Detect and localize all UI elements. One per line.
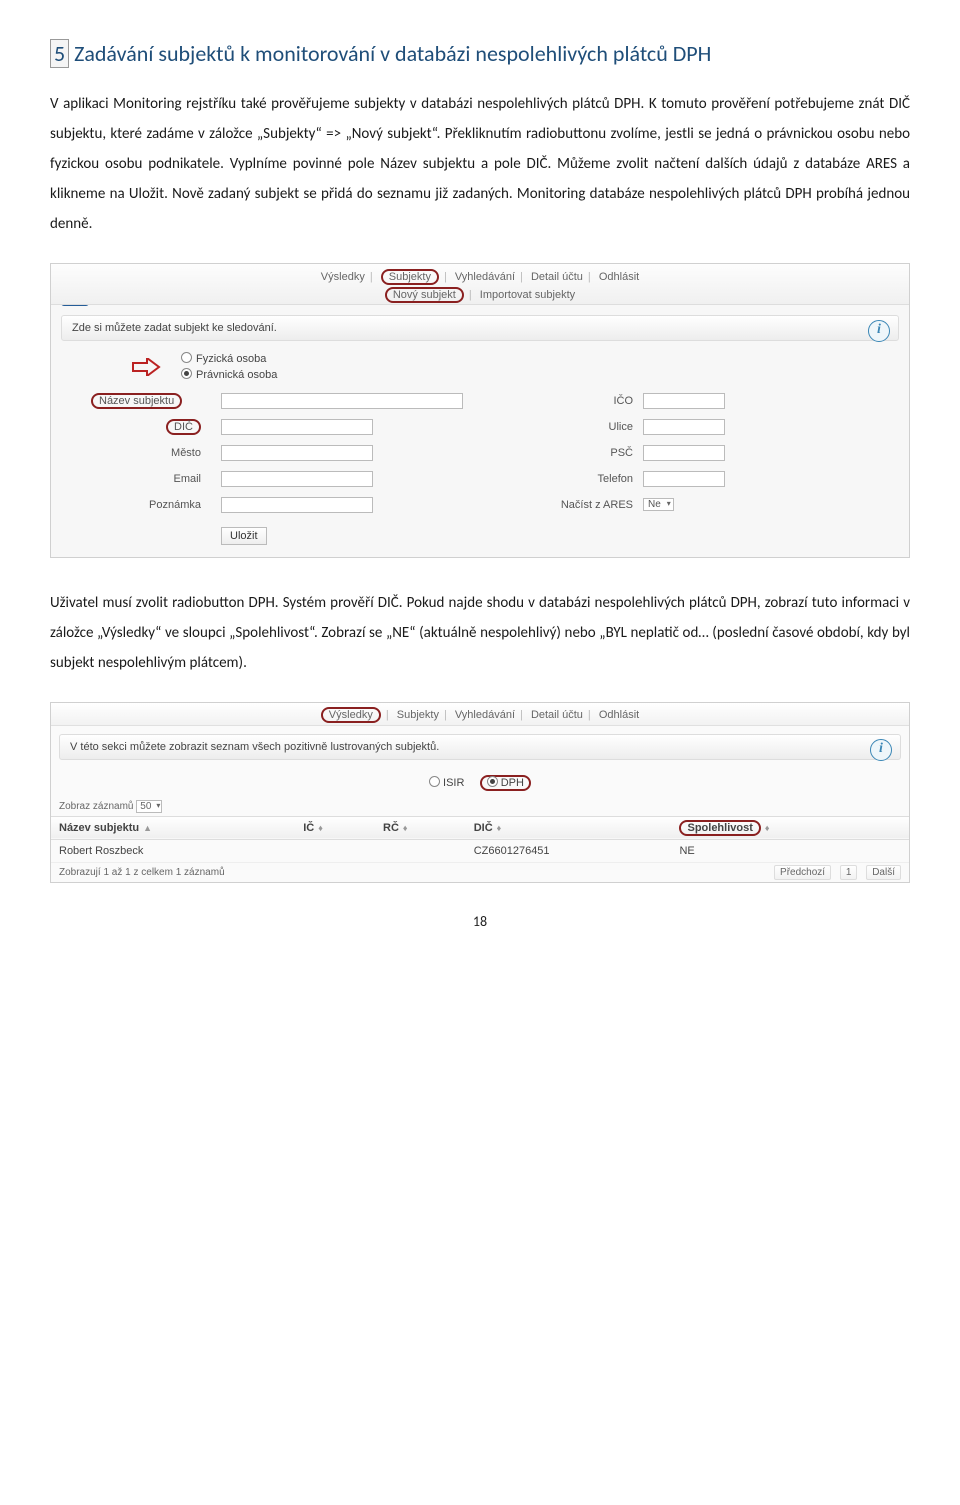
pager-1[interactable]: 1	[840, 865, 858, 880]
section-number: 5	[50, 39, 69, 68]
radio-dph[interactable]: DPH	[480, 775, 531, 791]
label-ulice: Ulice	[563, 421, 633, 433]
radio-isir[interactable]: ISIR	[429, 777, 464, 789]
pager-prev[interactable]: Předchozí	[774, 865, 831, 880]
label-psc: PSČ	[563, 447, 633, 459]
screenshot-results: Výsledky| Subjekty| Vyhledávání| Detail …	[50, 702, 910, 883]
results-footer: Zobrazují 1 až 1 z celkem 1 záznamů Před…	[51, 863, 909, 882]
label-telefon: Telefon	[563, 473, 633, 485]
label-email: Email	[91, 473, 221, 485]
radio-pravnicka[interactable]: Právnická osoba	[181, 367, 909, 383]
section-heading: 5 Zadávání subjektů k monitorování v dat…	[50, 40, 910, 69]
cell-rc	[375, 839, 466, 862]
nav2-subjekty[interactable]: Subjekty	[397, 709, 439, 721]
filter-radios: ISIR DPH	[51, 768, 909, 797]
screenshot1-topbar: Výsledky| Subjekty| Vyhledávání| Detail …	[51, 264, 909, 305]
info-strip-text: Zde si můžete zadat subjekt ke sledování…	[72, 322, 277, 334]
input-ulice[interactable]	[643, 419, 725, 435]
input-mesto[interactable]	[221, 445, 373, 461]
person-type-radios: Fyzická osoba Právnická osoba	[181, 351, 909, 383]
paragraph-2: Uživatel musí zvolit radiobutton DPH. Sy…	[50, 588, 910, 678]
subnav-novy-subjekt[interactable]: Nový subjekt	[385, 287, 464, 303]
pager-next[interactable]: Další	[866, 865, 901, 880]
input-email[interactable]	[221, 471, 373, 487]
nav-subjekty[interactable]: Subjekty	[381, 269, 439, 285]
save-button[interactable]: Uložit	[221, 527, 267, 545]
page-size-label: Zobraz záznamů	[59, 801, 133, 812]
th-rc[interactable]: RČ♦	[375, 816, 466, 839]
input-psc[interactable]	[643, 445, 725, 461]
info-icon-2[interactable]: i	[870, 739, 892, 761]
screenshot-new-subject: + Výsledky| Subjekty| Vyhledávání| Detai…	[50, 263, 910, 558]
nav-odhlasit[interactable]: Odhlásit	[599, 271, 639, 283]
nav-vysledky[interactable]: Výsledky	[321, 271, 365, 283]
red-arrow-icon	[131, 358, 161, 376]
info-strip-2: V této sekci můžete zobrazit seznam všec…	[59, 734, 901, 760]
cell-nazev: Robert Roszbeck	[51, 839, 295, 862]
nav2-vysledky[interactable]: Výsledky	[321, 707, 381, 723]
screenshot2-topbar: Výsledky| Subjekty| Vyhledávání| Detail …	[51, 703, 909, 726]
label-ares: Načíst z ARES	[533, 499, 633, 511]
paragraph-1: V aplikaci Monitoring rejstříku také pro…	[50, 89, 910, 239]
th-dic[interactable]: DIČ♦	[466, 816, 672, 839]
cell-dic: CZ6601276451	[466, 839, 672, 862]
label-nazev-subjektu: Název subjektu	[91, 393, 182, 409]
info-strip-2-text: V této sekci můžete zobrazit seznam všec…	[70, 741, 439, 753]
footer-count: Zobrazují 1 až 1 z celkem 1 záznamů	[59, 867, 225, 878]
radio-fyzicka[interactable]: Fyzická osoba	[181, 351, 909, 367]
subnav-import[interactable]: Importovat subjekty	[480, 289, 575, 301]
nav-line-1: Výsledky| Subjekty| Vyhledávání| Detail …	[316, 268, 644, 286]
page-number: 18	[50, 913, 910, 930]
label-ico: IČO	[563, 395, 633, 407]
input-ico[interactable]	[643, 393, 725, 409]
select-ares[interactable]: Ne	[643, 498, 674, 511]
label-dic: DIČ	[166, 419, 201, 435]
nav2-detail[interactable]: Detail účtu	[531, 709, 583, 721]
nav2-odhlasit[interactable]: Odhlásit	[599, 709, 639, 721]
input-dic[interactable]	[221, 419, 373, 435]
th-nazev[interactable]: Název subjektu▲	[51, 816, 295, 839]
section-title: Zadávání subjektů k monitorování v datab…	[74, 40, 711, 67]
th-ic[interactable]: IČ♦	[295, 816, 375, 839]
nav-vyhledavani[interactable]: Vyhledávání	[455, 271, 515, 283]
table-row[interactable]: Robert Roszbeck CZ6601276451 NE	[51, 839, 909, 862]
nav2-vyhledavani[interactable]: Vyhledávání	[455, 709, 515, 721]
nav-line-2: Nový subjekt| Importovat subjekty	[51, 286, 909, 304]
page-size-select[interactable]: 50	[136, 800, 162, 813]
page-size-control: Zobraz záznamů 50	[51, 797, 909, 816]
label-mesto: Město	[91, 447, 221, 459]
info-strip: Zde si můžete zadat subjekt ke sledování…	[61, 315, 899, 341]
label-poznamka: Poznámka	[91, 499, 221, 511]
input-poznamka[interactable]	[221, 497, 373, 513]
cell-spol: NE	[671, 839, 909, 862]
input-nazev-subjektu[interactable]	[221, 393, 463, 409]
pager: Předchozí 1 Další	[768, 867, 901, 878]
info-icon[interactable]: i	[868, 320, 890, 342]
th-spolehlivost[interactable]: Spolehlivost♦	[671, 816, 909, 839]
cell-ic	[295, 839, 375, 862]
nav-detail[interactable]: Detail účtu	[531, 271, 583, 283]
input-telefon[interactable]	[643, 471, 725, 487]
results-table: Název subjektu▲ IČ♦ RČ♦ DIČ♦ Spolehlivos…	[51, 816, 909, 863]
